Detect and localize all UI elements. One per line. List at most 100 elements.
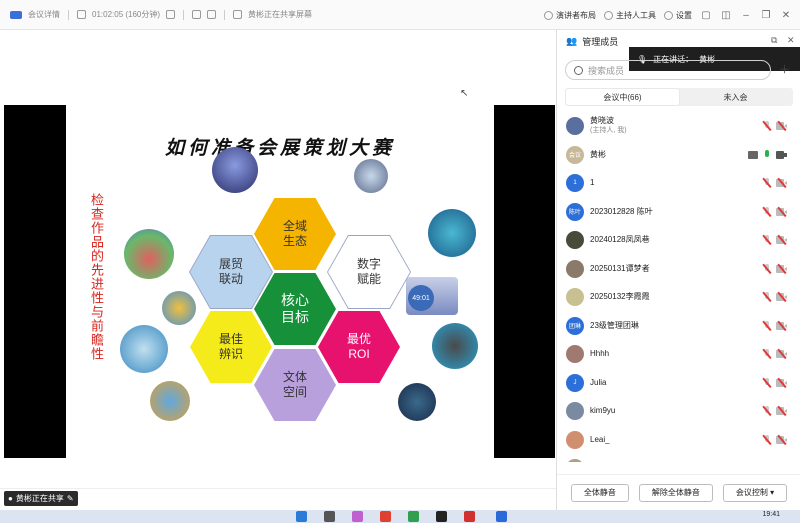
start-icon[interactable] [296,511,307,522]
member-row[interactable]: 陈叶 2023012828 陈叶 [557,198,800,227]
sharing-tag[interactable]: ● 黄彬正在共享 ✎ [4,491,78,506]
shared-screen-area: 如何准备会展策划大赛 检查作品的先进性与前瞻性 49:01 展贸 联动 数字 赋… [0,30,556,488]
taskbar-app-icon[interactable] [436,511,447,522]
member-row[interactable]: 11 [557,169,800,198]
close-icon[interactable]: ✕ [780,10,792,21]
gear-icon [664,10,673,20]
taskbar-app-icon[interactable] [380,511,391,522]
mic-off-icon[interactable] [763,434,771,445]
mic-off-icon[interactable] [763,206,771,217]
layout-icon [544,10,553,20]
hex-digital: 数字 赋能 [328,236,410,308]
member-name: 2023012828 陈叶 [590,206,653,216]
member-row[interactable]: 黄晓波 (主持人, 我) [557,112,800,141]
os-taskbar: 19:41 [0,510,800,523]
taskbar-meeting-icon[interactable] [496,511,507,522]
meeting-control-button[interactable]: 会议控制 ▾ [722,483,788,502]
share-screen-icon[interactable] [192,10,202,19]
tab-in-meeting[interactable]: 会议中(66) [566,89,679,105]
member-row[interactable]: J Julia [557,369,800,398]
avatar [566,259,584,278]
shield-icon [604,10,613,20]
member-name: kim9yu [590,406,616,416]
illustration-circle [120,325,168,373]
avatar [566,402,584,421]
camera-off-icon[interactable] [776,348,787,360]
member-row[interactable]: 王小明 [557,454,800,462]
camera-off-icon[interactable] [776,120,787,132]
illustration-circle [212,147,258,193]
mic-off-icon[interactable] [763,320,771,331]
mic-off-icon[interactable] [763,292,771,302]
member-name: 20240128凤凤巷 [590,235,650,245]
pin-icon[interactable]: ▢ [700,10,712,21]
illustration-circle [354,159,388,193]
panel-title: 管理成员 [582,36,619,47]
camera-off-icon[interactable] [776,177,787,189]
speaker-layout-button[interactable]: 演讲者布局 [544,10,596,21]
unmute-all-button[interactable]: 解除全体静音 [638,483,713,502]
member-row[interactable]: Leai_ [557,426,800,455]
member-name: Leai_ [590,434,610,444]
hex-identification: 最佳 辨识 [190,311,272,383]
split-icon[interactable]: ◫ [720,10,732,21]
add-user-icon[interactable]: ＋ [779,64,791,76]
taskbar-app-icon[interactable] [464,511,475,522]
mic-off-icon[interactable] [763,263,771,274]
signal-icon[interactable] [166,10,176,19]
camera-off-icon[interactable] [776,291,787,303]
illustration-circle [398,383,436,421]
camera-off-icon[interactable] [776,206,787,217]
clock: 19:41 [762,511,780,518]
member-row[interactable]: 20240128凤凤巷 [557,226,800,255]
mic-off-icon[interactable] [763,121,771,131]
avatar [566,231,584,250]
screen-share-icon [748,150,758,159]
settings-button[interactable]: 设置 [664,10,692,21]
member-row[interactable]: 团琳 23级管理团琳 [557,312,800,341]
popout-icon[interactable]: ⧉ [771,35,777,46]
member-name: Julia [590,377,607,387]
camera-off-icon[interactable] [776,377,787,388]
mic-off-icon[interactable] [763,349,771,359]
camera-off-icon[interactable] [776,234,787,246]
panel-close-icon[interactable]: ✕ [787,35,795,46]
slide-side-text: 检查作品的先进性与前瞻性 [89,193,104,361]
mute-all-button[interactable]: 全体静音 [570,483,629,502]
taskbar-app-icon[interactable] [408,511,419,522]
camera-off-icon[interactable] [776,405,787,417]
status-bar: ● 黄彬正在共享 ✎ [0,488,556,510]
member-row[interactable]: 会议 黄彬 [557,141,800,170]
translate-icon[interactable] [207,10,217,19]
member-name: 1 [590,178,595,188]
avatar [566,430,584,449]
user-icon: ● [8,494,13,503]
mic-off-icon[interactable] [763,377,771,388]
member-row[interactable]: Hhhh [557,340,800,369]
member-row[interactable]: 20250131谭梦者 [557,255,800,284]
camera-off-icon[interactable] [776,320,787,331]
member-row[interactable]: 20250132李霞霞 [557,283,800,312]
hex-exhibition-trade: 展贸 联动 [190,236,272,308]
host-tools-button[interactable]: 主持人工具 [604,10,656,21]
member-name: Hhhh [590,349,610,359]
member-row[interactable]: kim9yu [557,397,800,426]
member-name: 黄晓波 [590,116,614,126]
camera-off-icon[interactable] [776,263,787,274]
mic-on-icon[interactable] [763,149,771,160]
camera-on-icon[interactable] [776,150,787,159]
mic-off-icon[interactable] [763,178,771,188]
sharing-notice: 黄彬正在共享屏幕 [248,10,313,19]
taskbar-app-icon[interactable] [324,511,335,522]
presentation-slide: 如何准备会展策划大赛 检查作品的先进性与前瞻性 49:01 展贸 联动 数字 赋… [66,105,494,458]
mouse-cursor-icon: ↖ [460,88,469,99]
maximize-icon[interactable]: ❐ [760,10,772,21]
meeting-info-link[interactable]: 会议详情 [28,9,60,20]
minimize-icon[interactable]: – [740,10,752,21]
mic-off-icon[interactable] [763,235,771,245]
mic-off-icon[interactable] [763,406,771,416]
camera-off-icon[interactable] [776,434,787,445]
tab-not-joined[interactable]: 未入会 [679,89,792,105]
taskbar-app-icon[interactable] [352,511,363,522]
member-search-input[interactable]: 搜索成员 [565,60,771,80]
